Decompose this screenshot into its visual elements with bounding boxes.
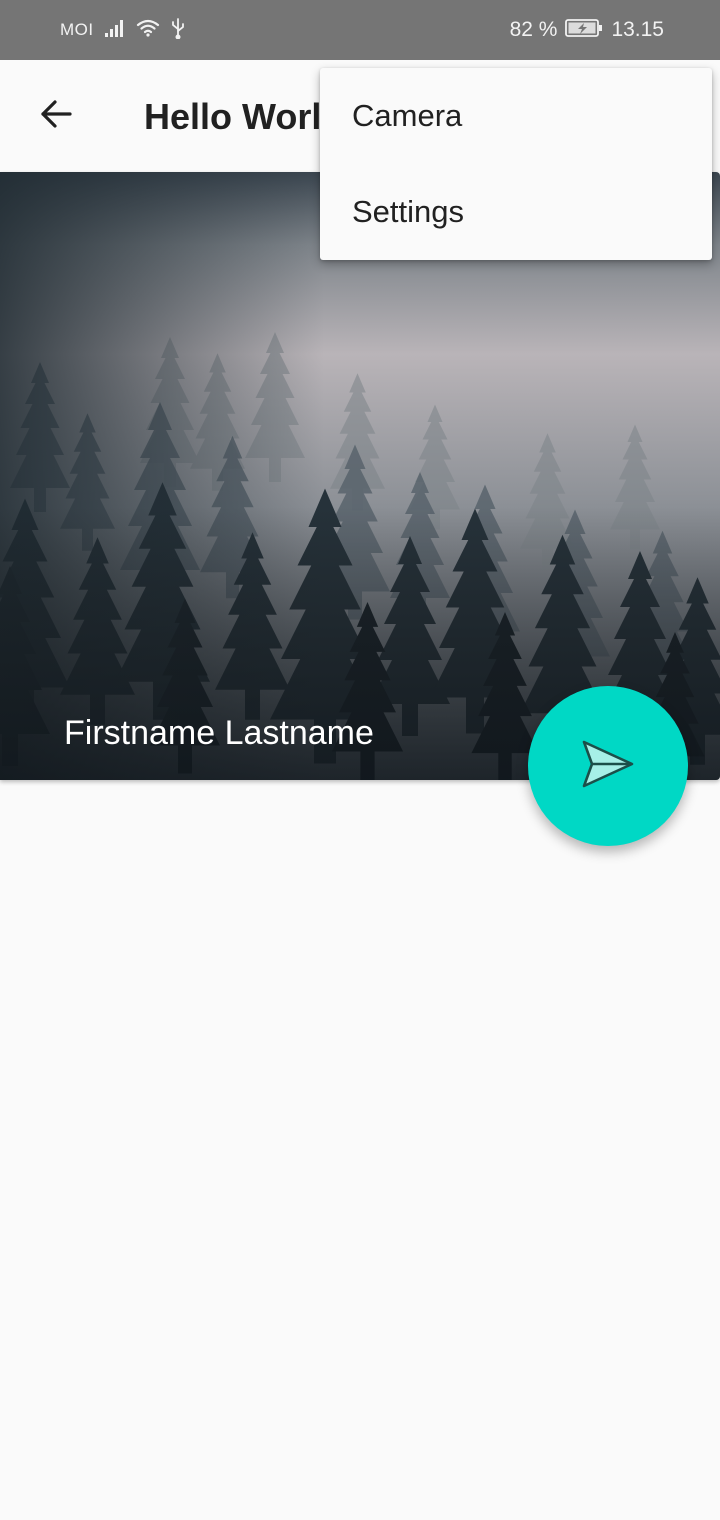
send-icon <box>580 738 636 795</box>
overflow-menu: Camera Settings <box>320 68 712 260</box>
profile-name: Firstname Lastname <box>64 714 374 752</box>
carrier-label: MOI <box>60 20 94 39</box>
menu-item-label: Settings <box>352 194 465 229</box>
battery-percent: 82 % <box>509 18 558 41</box>
status-bar: MOI 82 % 13.15 <box>0 0 720 60</box>
usb-icon <box>170 17 186 44</box>
battery-charging-icon <box>565 18 603 43</box>
menu-item-camera[interactable]: Camera <box>320 68 712 164</box>
back-button[interactable] <box>28 88 84 144</box>
clock: 13.15 <box>611 18 664 41</box>
wifi-icon <box>136 18 160 43</box>
status-bar-left: MOI <box>60 0 186 60</box>
signal-icon <box>104 18 126 43</box>
menu-item-label: Camera <box>352 98 463 133</box>
send-button[interactable] <box>528 686 688 846</box>
arrow-left-icon <box>38 96 74 137</box>
status-bar-right: 82 % 13.15 <box>510 0 664 60</box>
menu-item-settings[interactable]: Settings <box>320 164 712 260</box>
page-title: Hello World <box>144 96 344 137</box>
